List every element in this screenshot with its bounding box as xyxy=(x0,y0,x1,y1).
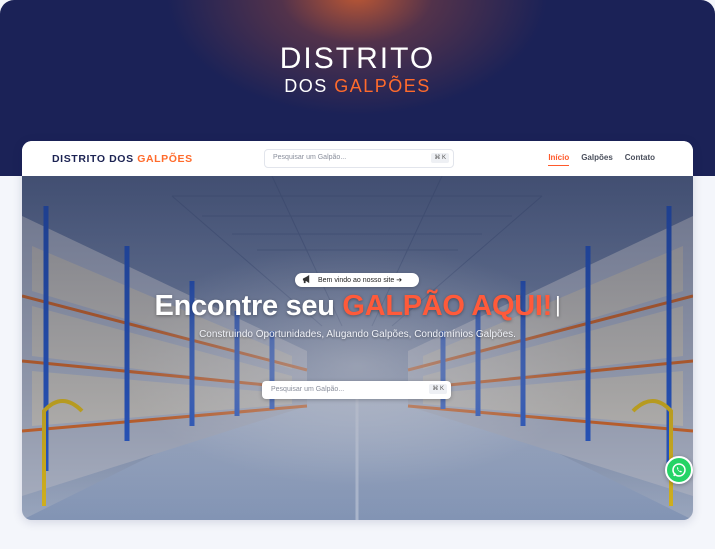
nav-link-inicio[interactable]: Início xyxy=(548,153,570,166)
hero-subline: Construindo Oportunidades, Alugando Galp… xyxy=(199,329,516,340)
typing-cursor: | xyxy=(555,292,561,317)
hero-search-shortcut: ⌘ K xyxy=(429,384,447,394)
nav-link-contato[interactable]: Contato xyxy=(625,153,655,166)
brand-title-line1: DISTRITO xyxy=(279,42,436,75)
site-logo-accent: GALPÕES xyxy=(137,153,193,165)
hero-headline: Encontre seu GALPÃO AQUI! | xyxy=(22,290,693,323)
site-logo[interactable]: DISTRITO DOS GALPÕES xyxy=(52,153,193,165)
navbar-search-shortcut: ⌘ K xyxy=(431,153,449,163)
warehouse-background-image xyxy=(22,176,693,520)
navbar-search-input[interactable]: Pesquisar um Galpão... ⌘ K xyxy=(264,149,454,168)
site-logo-plain: DISTRITO DOS xyxy=(52,153,138,165)
whatsapp-icon xyxy=(672,463,686,477)
hero-search-placeholder: Pesquisar um Galpão... xyxy=(271,386,345,393)
brand-logo-large: DISTRITO DOS GALPÕES xyxy=(0,44,715,97)
whatsapp-button[interactable] xyxy=(665,456,693,484)
brand-title-line2: DOS GALPÕES xyxy=(0,75,715,97)
brand-title-line2-accent: GALPÕES xyxy=(334,76,431,96)
brand-title-line2-plain: DOS xyxy=(284,76,335,96)
hero-headline-plain: Encontre seu xyxy=(154,290,343,322)
welcome-badge-text: Bem vindo ao nosso site ➔ xyxy=(318,277,403,284)
welcome-badge[interactable]: Bem vindo ao nosso site ➔ xyxy=(295,273,419,287)
nav-links: Início Galpões Contato xyxy=(548,153,655,166)
website-preview-card: DISTRITO DOS GALPÕES Pesquisar um Galpão… xyxy=(22,141,693,520)
navbar-search-placeholder: Pesquisar um Galpão... xyxy=(273,154,347,161)
site-navbar: DISTRITO DOS GALPÕES Pesquisar um Galpão… xyxy=(22,141,693,176)
nav-link-galpoes[interactable]: Galpões xyxy=(581,153,613,166)
hero-headline-accent: GALPÃO AQUI! xyxy=(342,290,553,322)
hero-section: Bem vindo ao nosso site ➔ Encontre seu G… xyxy=(22,176,693,520)
hero-search-input[interactable]: Pesquisar um Galpão... ⌘ K xyxy=(262,381,451,399)
